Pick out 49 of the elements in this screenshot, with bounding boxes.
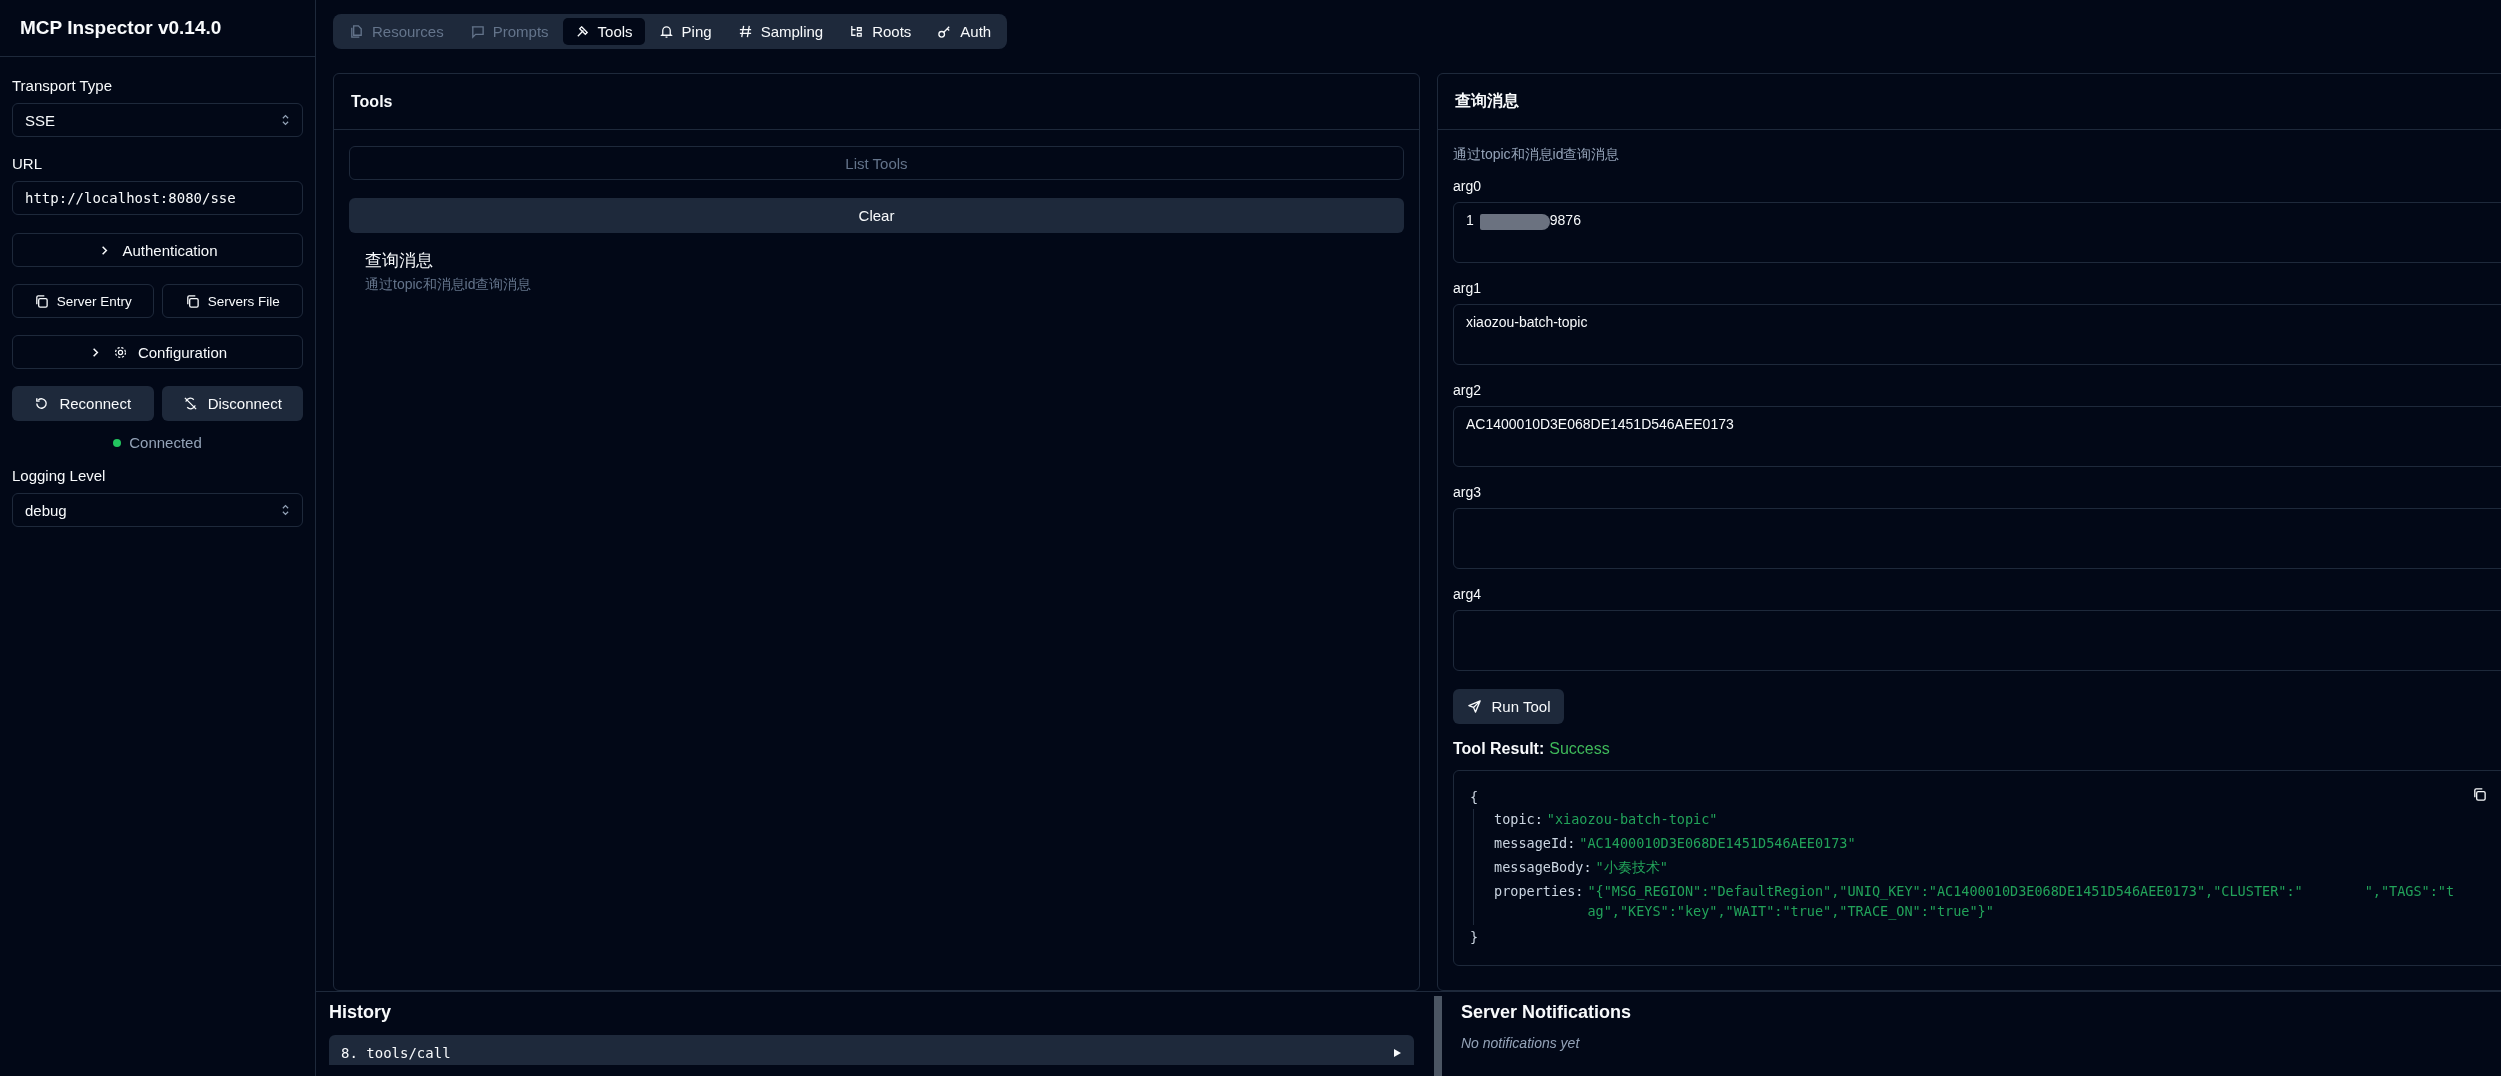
url-field[interactable]: http://localhost:8080/sse <box>12 181 303 215</box>
json-brace: } <box>1470 928 1479 947</box>
run-tool-button[interactable]: Run Tool <box>1453 689 1564 724</box>
input-field[interactable]: 1 9876 <box>1453 202 2501 263</box>
clear-button[interactable]: Clear <box>349 198 1404 233</box>
transport-select[interactable]: SSE <box>12 103 303 137</box>
field-label: arg3 <box>1453 484 1483 500</box>
json-brace: { <box>1470 788 1479 807</box>
panel-title: Tools <box>351 92 393 111</box>
authentication-button[interactable]: Authentication <box>12 233 303 267</box>
panel-title: 查询消息 <box>1455 91 1519 111</box>
json-value: "小奏技术" <box>1595 858 1669 877</box>
configuration-button[interactable]: Configuration <box>12 335 303 369</box>
field-label: Transport Type <box>12 77 114 94</box>
result-status: Success <box>1549 740 1610 757</box>
field-label: URL <box>12 155 43 172</box>
tab[interactable]: Sampling <box>725 18 836 45</box>
empty-message: No notifications yet <box>1461 1035 1581 1051</box>
json-key: messageId: <box>1494 833 1576 853</box>
reconnect-button[interactable]: Reconnect <box>12 386 154 421</box>
field-label: Logging Level <box>12 467 107 484</box>
tab[interactable]: Tools <box>562 18 645 45</box>
logging-level-select[interactable]: debug <box>12 493 303 527</box>
field-label: arg1 <box>1453 280 1483 296</box>
field-label: arg4 <box>1453 586 1483 602</box>
json-value: "AC1400010D3E068DE1451D546AEE0173" <box>1579 834 1857 853</box>
history-title: History <box>329 1002 392 1023</box>
json-value: "xiaozou-batch-topic" <box>1546 810 1719 829</box>
servers-file-button[interactable]: Servers File <box>161 284 303 318</box>
json-key: topic: <box>1494 809 1543 829</box>
input-field[interactable]: AC1400010D3E068DE1451D546AEE0173 <box>1453 406 2501 467</box>
tab[interactable]: Ping <box>646 18 724 45</box>
tool-description: 通过topic和消息id查询消息 <box>1453 146 1621 164</box>
field-label: arg0 <box>1453 178 1483 194</box>
json-value: "{"MSG_REGION":"DefaultRegion","UNIQ_KEY":"AC1400010D3E068DE1451D546AEE0173","CLUSTER":" ","TAGS":"tag","KEYS":"key","WAIT":"true","TRACE_ON":"true"}" <box>1587 882 2456 921</box>
disconnect-button[interactable]: Disconnect <box>161 386 303 421</box>
json-key: properties: <box>1494 881 1584 921</box>
tab[interactable]: Roots <box>837 18 924 45</box>
tab[interactable]: Auth <box>925 18 1004 45</box>
history-item[interactable]: 8. tools/call <box>329 1035 1414 1065</box>
tool-list-item[interactable]: 查询消息 通过topic和消息id查询消息 <box>349 233 1404 310</box>
notifications-title: Server Notifications <box>1461 1002 1633 1023</box>
result-label: Tool Result: <box>1453 740 1545 757</box>
input-field[interactable]: xiaozou-batch-topic <box>1453 304 2501 365</box>
json-key: messageBody: <box>1494 857 1592 877</box>
server-entry-button[interactable]: Server Entry <box>12 284 154 318</box>
connection-status: Connected <box>129 434 202 451</box>
field-label: arg2 <box>1453 382 1483 398</box>
app-title: MCP Inspector v0.14.0 <box>20 17 222 39</box>
